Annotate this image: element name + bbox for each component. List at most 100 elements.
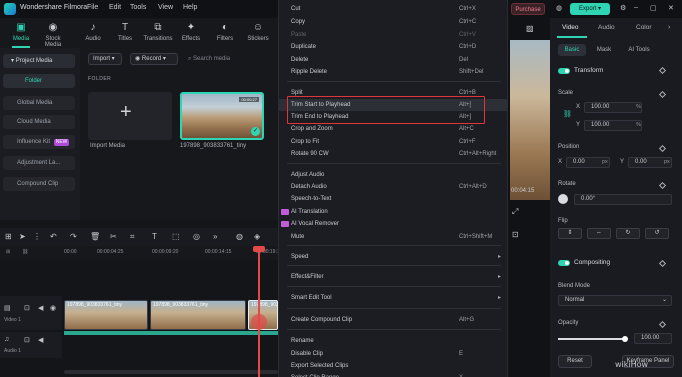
menu-item-create-compound-clip[interactable]: Create Compound Clip Alt+G	[279, 314, 509, 326]
record-dropdown[interactable]: ◉ Record ▾	[130, 53, 178, 65]
category-transitions[interactable]: ⧉ Transitions	[143, 18, 173, 48]
sidebar-item-folder[interactable]: Folder	[3, 74, 75, 88]
menu-item-rotate-90-cw[interactable]: Rotate 90 CW Ctrl+Alt+Right	[279, 148, 509, 160]
account-icon[interactable]: ◍	[556, 4, 562, 12]
timeline-scrollbar[interactable]	[64, 370, 278, 374]
timeline-clip[interactable]: 197898_903833761_tiny	[64, 300, 148, 330]
menu-edit[interactable]: Edit	[109, 4, 121, 11]
audio-toggle-icon[interactable]: ◀	[38, 304, 43, 312]
flip-vertical-button[interactable]: ⇕	[558, 228, 582, 239]
layout-icon[interactable]: ⊞	[5, 232, 12, 241]
crop-icon[interactable]: ⌗	[130, 232, 135, 242]
rotate-right-button[interactable]: ↻	[616, 228, 640, 239]
lock-icon[interactable]: ⊡	[24, 304, 30, 312]
select-tool-icon[interactable]: ➤	[19, 232, 26, 241]
subtab-mask[interactable]: Mask	[590, 44, 618, 56]
menu-item-select-clip-range[interactable]: Select Clip Range X	[279, 372, 509, 377]
sidebar-item-global-media[interactable]: Global Media	[3, 96, 75, 110]
category-stock-media[interactable]: ◉ Stock Media	[38, 18, 68, 48]
menu-tools[interactable]: Tools	[130, 4, 146, 11]
marker-icon[interactable]: ◈	[254, 232, 260, 241]
fit-icon[interactable]: ⊡	[512, 230, 519, 239]
compositing-toggle[interactable]	[558, 260, 570, 266]
search-input[interactable]: ⌕ Search media	[188, 53, 274, 65]
menu-item-delete[interactable]: Delete Del	[279, 54, 509, 66]
snapshot-icon[interactable]: ▨	[526, 24, 534, 33]
menu-item-disable-clip[interactable]: Disable Clip E	[279, 348, 509, 360]
category-media[interactable]: ▣ Media	[6, 18, 36, 48]
menu-item-mute[interactable]: Mute Ctrl+Shift+M	[279, 231, 509, 243]
menu-item-ai-vocal-remover[interactable]: AI Vocal Remover	[279, 218, 509, 230]
sidebar-item-influence-kit[interactable]: Influence Kit NEW	[3, 135, 75, 149]
menu-item-crop-to-fit[interactable]: Crop to Fit Ctrl+F	[279, 136, 509, 148]
timeline-clip[interactable]: 197898_903833761_tiny	[150, 300, 246, 330]
menu-item-speech-to-text[interactable]: Speech-to-Text	[279, 193, 509, 205]
menu-item-detach-audio[interactable]: Detach Audio Ctrl+Alt+D	[279, 181, 509, 193]
menu-item-adjust-audio[interactable]: Adjust Audio	[279, 169, 509, 181]
category-audio[interactable]: ♪ Audio	[78, 18, 108, 48]
settings-icon[interactable]: ⚙	[620, 4, 626, 12]
menu-item-ai-translation[interactable]: AI Translation	[279, 206, 509, 218]
reset-button[interactable]: Reset	[558, 355, 592, 368]
menu-item-speed[interactable]: Speed ▸	[279, 251, 509, 263]
menu-file[interactable]: File	[87, 4, 98, 11]
scissors-icon[interactable]: ✂	[110, 232, 117, 241]
speed-icon[interactable]: ◎	[193, 232, 200, 241]
category-titles[interactable]: T Titles	[110, 18, 140, 48]
text-icon[interactable]: T	[152, 232, 157, 241]
menu-item-smart-edit-tool[interactable]: Smart Edit Tool ▸	[279, 292, 509, 304]
transform-icon[interactable]: ⬚	[172, 232, 180, 241]
menu-help[interactable]: Help	[183, 4, 197, 11]
media-clip-thumbnail[interactable]: 00:00:27 ✓	[180, 92, 264, 140]
menu-item-duplicate[interactable]: Duplicate Ctrl+D	[279, 41, 509, 53]
menu-item-effect-filter[interactable]: Effect&Filter ▸	[279, 271, 509, 283]
subtab-ai-tools[interactable]: AI Tools	[622, 44, 656, 56]
fullscreen-icon[interactable]: ⤢	[512, 207, 518, 217]
purchase-button[interactable]: Purchase	[511, 3, 545, 15]
rotate-input[interactable]: 0.00°	[574, 194, 672, 205]
blend-mode-select[interactable]: Normal ⌄	[558, 295, 672, 306]
rotate-left-button[interactable]: ↺	[645, 228, 669, 239]
tab-audio[interactable]: Audio	[598, 24, 615, 31]
tab-video[interactable]: Video	[562, 24, 579, 31]
sidebar-item-project-media[interactable]: ▾ Project Media	[3, 54, 75, 68]
opacity-input[interactable]: 100.00	[634, 333, 672, 344]
menu-item-paste[interactable]: Paste Ctrl+V	[279, 29, 509, 41]
export-button[interactable]: Export ▾	[570, 3, 610, 15]
render-icon[interactable]: ◍	[236, 232, 243, 241]
menu-item-cut[interactable]: Cut Ctrl+X	[279, 3, 509, 15]
lock-icon[interactable]: ⊡	[24, 336, 30, 344]
menu-item-export-selected-clips[interactable]: Export Selected Clips	[279, 360, 509, 372]
more-tools-icon[interactable]: »	[213, 232, 217, 241]
more-tabs-icon[interactable]: ›	[668, 24, 670, 31]
close-icon[interactable]: ✕	[668, 4, 674, 12]
link-scale-icon[interactable]: ⛓	[563, 110, 572, 118]
menu-item-copy[interactable]: Copy Ctrl+C	[279, 16, 509, 28]
category-filters[interactable]: ◐ Filters	[210, 18, 240, 48]
scale-y-input[interactable]: 100.00	[584, 120, 642, 131]
category-effects[interactable]: ✦ Effects	[176, 18, 206, 48]
sidebar-item-adjustment-layer[interactable]: Adjustment La...	[3, 156, 75, 170]
sidebar-item-cloud-media[interactable]: Cloud Media	[3, 115, 75, 129]
speaker-icon[interactable]: ◀	[38, 336, 43, 344]
flip-horizontal-button[interactable]: ⇔	[587, 228, 611, 239]
transform-toggle[interactable]	[558, 68, 570, 74]
menu-item-rename[interactable]: Rename	[279, 335, 509, 347]
opacity-slider-knob[interactable]	[622, 336, 628, 342]
delete-icon[interactable]: 🗑	[90, 232, 100, 241]
playhead[interactable]	[258, 246, 260, 377]
import-dropdown[interactable]: Import ▾	[88, 53, 122, 65]
timeline-ruler[interactable]: ⊞ ⛓ 00:00 00:00:04:25 00:00:09:20 00:00:…	[0, 246, 280, 260]
audio-waveform[interactable]	[64, 331, 278, 335]
category-stickers[interactable]: ☺ Stickers	[243, 18, 273, 48]
eye-icon[interactable]: ◉	[50, 304, 56, 312]
menu-item-crop-and-zoom[interactable]: Crop and Zoom Alt+C	[279, 123, 509, 135]
undo-icon[interactable]: ↶	[50, 232, 57, 241]
maximize-icon[interactable]: ▢	[650, 4, 657, 12]
menu-view[interactable]: View	[158, 4, 173, 11]
subtab-basic[interactable]: Basic	[558, 44, 586, 56]
sidebar-item-compound-clip[interactable]: Compound Clip	[3, 177, 75, 191]
link-icon[interactable]: ⛓	[22, 249, 28, 255]
more-icon[interactable]: ⋮	[33, 232, 41, 241]
minimize-icon[interactable]: –	[634, 4, 638, 11]
